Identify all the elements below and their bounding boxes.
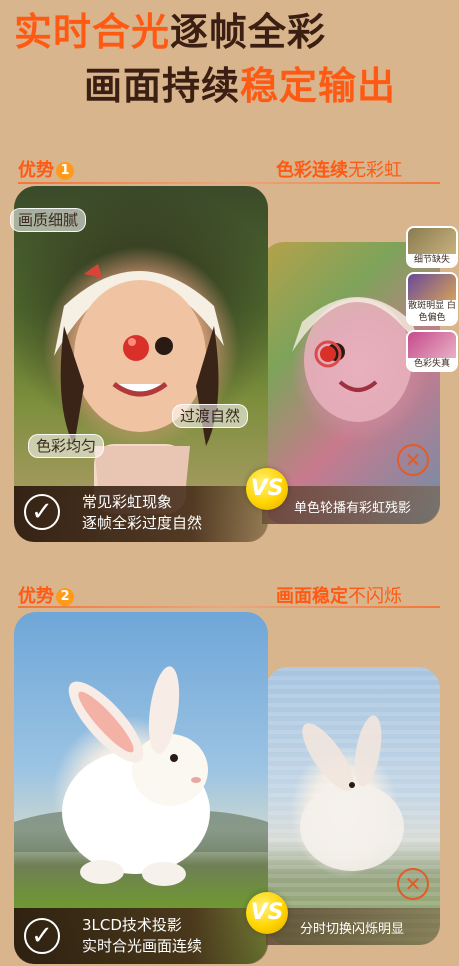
headline-line2-orange: 稳定输出 xyxy=(240,64,397,108)
flicker-caption: 分时切换闪烁明显 xyxy=(300,922,405,937)
headline-line2-dark: 画面持续 xyxy=(84,64,241,108)
advantage-2-label: 优势 2 xyxy=(18,582,74,608)
advantage-2-title: 画面稳定不闪烁 xyxy=(276,582,402,608)
headline-line1-dark: 逐帧全彩 xyxy=(170,10,327,54)
x-icon: ✕ xyxy=(397,444,429,476)
advantage-2-number-badge: 2 xyxy=(56,588,74,606)
advantage-1-title-light: 无彩虹 xyxy=(348,160,402,181)
headline-line1: 实时合光逐帧全彩 xyxy=(14,8,326,56)
stable-caption-line1: 3LCD技术投影 xyxy=(82,916,182,934)
thumb-detail-loss-image xyxy=(408,228,456,254)
check-icon-2: ✓ xyxy=(24,918,60,954)
x-icon-2: ✕ xyxy=(397,868,429,900)
tag-uniform-color: 色彩均匀 xyxy=(28,434,105,458)
fullcolor-caption-line2: 逐帧全彩过度自然 xyxy=(82,514,203,532)
advantage-2-text: 优势 xyxy=(18,586,54,607)
comparison-image-flicker xyxy=(266,667,440,945)
rainbow-caption: 单色轮播有彩虹残影 xyxy=(294,501,412,516)
vs-badge: VS xyxy=(246,468,288,510)
advantage-1-title: 色彩连续无彩虹 xyxy=(276,156,402,182)
thumb-speckle-caption: 散斑明显 白色偏色 xyxy=(408,300,456,324)
vs-badge-2: VS xyxy=(246,892,288,934)
fullcolor-caption-line1: 常见彩虹现象 xyxy=(82,493,173,511)
advantage-1-title-bold: 色彩连续 xyxy=(276,160,348,181)
tag-natural-transition: 过渡自然 xyxy=(172,404,249,428)
headline-line1-orange: 实时合光 xyxy=(14,10,171,54)
advantage-2-divider xyxy=(18,606,440,608)
advantage-1-number-badge: 1 xyxy=(56,162,74,180)
thumb-color-distortion-caption: 色彩失真 xyxy=(408,358,456,370)
advantage-1-text: 优势 xyxy=(18,160,54,181)
thumb-color-distortion: 色彩失真 xyxy=(406,330,458,372)
tag-fine-detail: 画质细腻 xyxy=(10,208,87,232)
thumb-speckle: 散斑明显 白色偏色 xyxy=(406,272,458,326)
advantage-1-label: 优势 1 xyxy=(18,156,74,182)
headline-line2: 画面持续稳定输出 xyxy=(84,62,396,110)
thumb-speckle-image xyxy=(408,274,456,300)
thumb-color-distortion-image xyxy=(408,332,456,358)
check-icon: ✓ xyxy=(24,494,60,530)
advantage-2-title-bold: 画面稳定 xyxy=(276,586,348,607)
stable-caption-line2: 实时合光画面连续 xyxy=(82,937,203,955)
advantage-2-title-light: 不闪烁 xyxy=(348,586,402,607)
thumb-detail-loss: 细节缺失 xyxy=(406,226,458,268)
thumb-detail-loss-caption: 细节缺失 xyxy=(408,254,456,266)
advantage-1-divider xyxy=(18,182,440,184)
rabbit-flicker-illustration xyxy=(300,715,404,871)
